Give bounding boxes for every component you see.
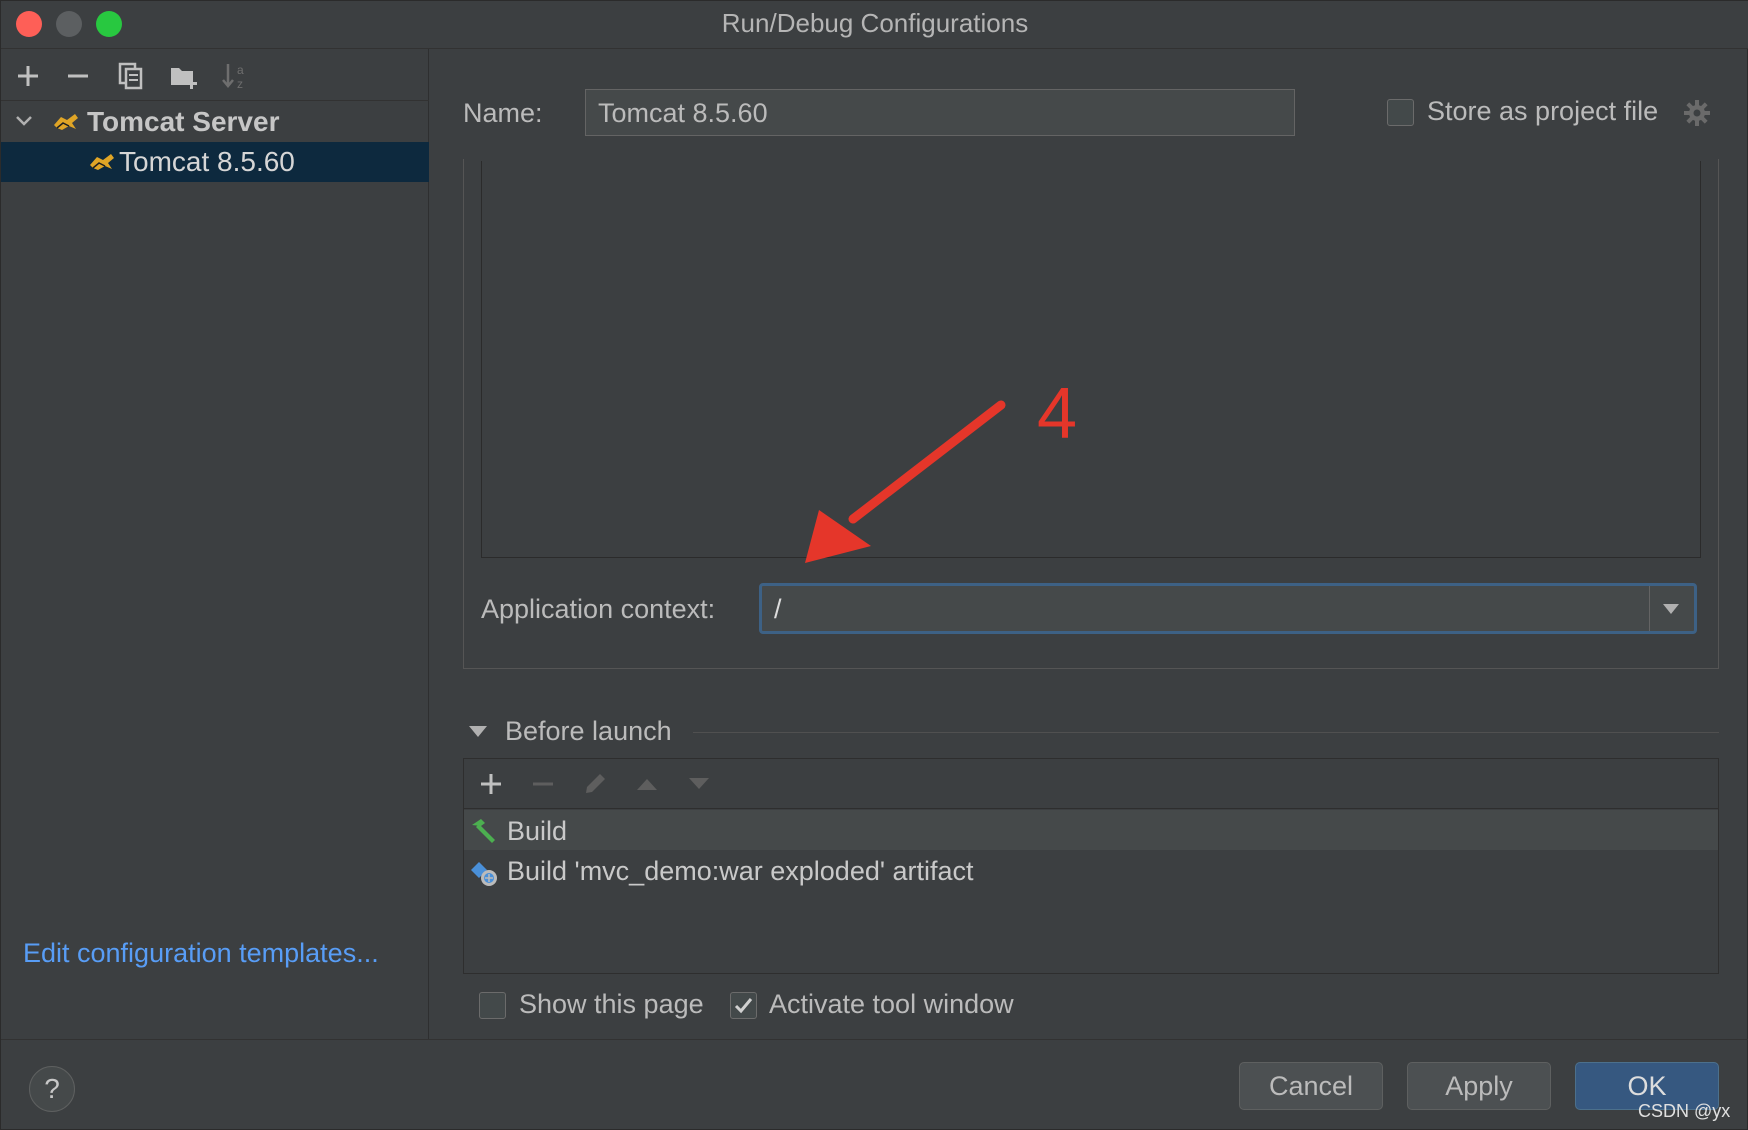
edit-task-button[interactable] bbox=[580, 769, 610, 799]
store-as-project-file-checkbox[interactable] bbox=[1387, 99, 1414, 126]
window-title: Run/Debug Configurations bbox=[721, 8, 1029, 38]
add-configuration-button[interactable] bbox=[11, 59, 45, 93]
before-launch-toolbar bbox=[464, 759, 1718, 809]
deployment-list[interactable] bbox=[481, 161, 1701, 558]
store-as-project-file-label: Store as project file bbox=[1427, 96, 1659, 126]
application-context-combobox[interactable]: / bbox=[759, 583, 1697, 634]
before-launch-item-build[interactable]: Build bbox=[464, 810, 1718, 850]
before-launch-item-label: Build 'mvc_demo:war exploded' artifact bbox=[507, 856, 974, 886]
activate-tool-window-label: Activate tool window bbox=[769, 989, 1014, 1019]
show-this-page-checkbox[interactable] bbox=[479, 992, 506, 1019]
dropdown-arrow-icon[interactable] bbox=[1662, 603, 1680, 615]
application-context-label: Application context: bbox=[481, 594, 716, 624]
minus-icon bbox=[533, 782, 553, 786]
svg-text:z: z bbox=[237, 77, 243, 91]
help-button[interactable]: ? bbox=[29, 1066, 75, 1112]
new-folder-button[interactable] bbox=[167, 59, 201, 93]
apply-button[interactable]: Apply bbox=[1407, 1062, 1551, 1110]
combobox-divider bbox=[1649, 586, 1650, 631]
tomcat-icon bbox=[54, 114, 78, 130]
before-launch-panel: Build Build 'mvc_demo:war exploded' arti… bbox=[463, 758, 1719, 974]
before-launch-title: Before launch bbox=[505, 716, 672, 746]
application-context-value: / bbox=[774, 594, 782, 624]
add-task-button[interactable] bbox=[476, 769, 506, 799]
hammer-icon bbox=[472, 819, 495, 843]
title-bar: Run/Debug Configurations bbox=[1, 1, 1748, 49]
dialog-footer: ? Cancel Apply OK bbox=[1, 1039, 1748, 1130]
copy-icon bbox=[118, 62, 143, 90]
before-launch-item-artifact[interactable]: Build 'mvc_demo:war exploded' artifact bbox=[464, 850, 1718, 890]
tomcat-icon bbox=[90, 154, 114, 170]
collapse-triangle-icon[interactable] bbox=[468, 725, 488, 739]
name-label: Name: bbox=[463, 98, 543, 128]
watermark: CSDN @yx bbox=[1638, 1101, 1731, 1121]
sort-az-icon: az bbox=[222, 63, 244, 91]
pencil-icon bbox=[586, 774, 605, 793]
section-divider bbox=[693, 732, 1719, 733]
annotation-number: 4 bbox=[1037, 374, 1078, 454]
copy-configuration-button[interactable] bbox=[114, 59, 148, 93]
cancel-button[interactable]: Cancel bbox=[1239, 1062, 1383, 1110]
sort-button[interactable]: az bbox=[219, 59, 253, 93]
before-launch-item-label: Build bbox=[507, 816, 568, 846]
tree-child-label: Tomcat 8.5.60 bbox=[119, 146, 295, 177]
checkmark-icon bbox=[734, 998, 753, 1014]
gear-icon[interactable] bbox=[1683, 99, 1711, 127]
move-down-button[interactable] bbox=[684, 769, 714, 799]
run-debug-dialog: Run/Debug Configurations az Tomcat Serve bbox=[0, 0, 1748, 1130]
move-up-button[interactable] bbox=[632, 769, 662, 799]
name-field[interactable]: Tomcat 8.5.60 bbox=[585, 89, 1295, 136]
svg-text:a: a bbox=[237, 63, 244, 77]
arrow-up-icon bbox=[637, 779, 657, 790]
remove-configuration-button[interactable] bbox=[61, 59, 95, 93]
activate-tool-window-checkbox[interactable] bbox=[730, 992, 757, 1019]
configurations-toolbar: az bbox=[1, 49, 429, 101]
plus-icon bbox=[18, 66, 38, 86]
chevron-down-icon[interactable] bbox=[15, 114, 33, 128]
artifact-icon bbox=[471, 862, 497, 886]
arrow-down-icon bbox=[689, 778, 709, 789]
show-this-page-label: Show this page bbox=[519, 989, 704, 1019]
plus-icon bbox=[481, 774, 501, 794]
tree-item-tomcat-server[interactable]: Tomcat Server bbox=[1, 102, 429, 142]
minus-icon bbox=[68, 74, 88, 78]
new-folder-icon bbox=[171, 68, 197, 89]
edit-templates-link[interactable]: Edit configuration templates... bbox=[23, 938, 379, 969]
tree-group-label: Tomcat Server bbox=[87, 106, 280, 137]
remove-task-button[interactable] bbox=[528, 769, 558, 799]
tree-item-tomcat-config[interactable]: Tomcat 8.5.60 bbox=[1, 142, 429, 182]
configurations-panel: az Tomcat Server Tomcat 8.5.60 Edit conf… bbox=[1, 49, 429, 1039]
